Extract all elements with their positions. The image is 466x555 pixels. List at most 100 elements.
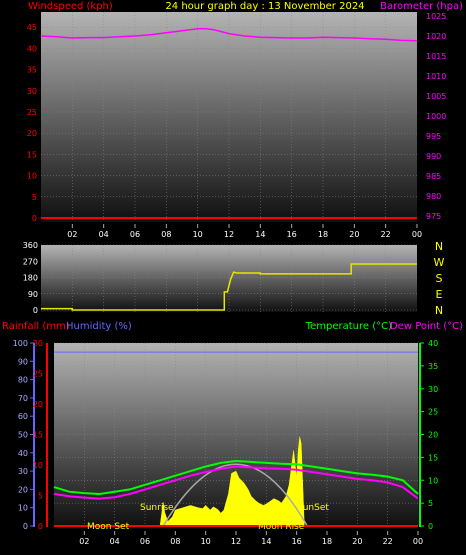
temperature-tick-label: 30 [428,385,438,394]
x-tick-label: 18 [322,537,332,546]
humidity-tick-label: 10 [18,504,28,513]
wind-baro-time-axis: 02 04 06 08 10 12 14 16 18 20 22 00 [67,224,422,239]
rainfall-tick-label: 0 [38,522,43,531]
x-tick-label: 06 [140,537,150,546]
humidity-tick-label: 80 [18,376,28,385]
temperature-tick-label: 5 [428,499,433,508]
barometer-tick-label: 1010 [426,72,446,81]
x-tick-label: 10 [193,230,203,239]
rainfall-tick-label: 25 [33,370,43,379]
sunset-label: SunSet [297,503,329,513]
temperature-tick-labels: 0 5 10 15 20 25 30 35 40 [420,339,438,531]
temperature-tick-label: 15 [428,453,438,462]
humidity-tick-label: 90 [18,357,28,366]
barometer-tick-labels: 975 980 985 990 995 1000 1005 1010 1015 1020 1025 [426,12,446,221]
sunrise-label: Sunrise [140,503,174,513]
windspeed-tick-label: 0 [32,214,37,223]
humidity-tick-label: 60 [18,412,28,421]
rainfall-tick-label: 30 [33,339,43,348]
temperature-tick-label: 20 [428,431,438,440]
barometer-tick-label: 975 [426,212,441,221]
humidity-tick-label: 40 [18,449,28,458]
compass-label: W [434,256,445,269]
weather-graph-canvas: Windspeed (kph) 24 hour graph day : 13 N… [2,1,463,546]
barometer-tick-label: 980 [426,192,441,201]
x-tick-label: 08 [161,230,171,239]
x-tick-label: 04 [110,537,120,546]
temperature-tick-label: 10 [428,476,438,485]
windspeed-axis-title: Windspeed (kph) [28,1,113,12]
windspeed-tick-label: 10 [27,172,37,181]
wind-direction-tick-label: 0 [33,306,38,315]
humidity-tick-label: 20 [18,485,28,494]
rainfall-tick-label: 15 [33,431,43,440]
temperature-axis-title: Temperature (°C) [305,321,392,332]
x-tick-label: 10 [201,537,211,546]
windspeed-tick-label: 30 [27,87,37,96]
windspeed-tick-label: 5 [32,193,37,202]
barometer-tick-label: 985 [426,172,441,181]
barometer-tick-label: 1020 [426,32,446,41]
x-tick-label: 00 [413,537,423,546]
x-tick-label: 08 [170,537,180,546]
x-tick-label: 16 [287,230,297,239]
x-tick-label: 06 [130,230,140,239]
barometer-tick-label: 1025 [426,12,446,21]
barometer-tick-label: 1005 [426,92,446,101]
x-tick-label: 20 [349,230,359,239]
humidity-tick-label: 70 [18,394,28,403]
humidity-tick-label: 30 [18,467,28,476]
x-tick-label: 14 [255,230,265,239]
temp-humidity-time-axis: 02 04 06 08 10 12 14 16 18 20 22 00 [79,531,423,546]
windspeed-tick-label: 15 [27,150,37,159]
x-tick-label: 18 [318,230,328,239]
barometer-tick-label: 1015 [426,52,446,61]
windspeed-tick-label: 40 [27,44,37,53]
rainfall-axis-title: Rainfall (mm) [2,321,70,332]
windspeed-tick-label: 35 [27,66,37,75]
barometer-axis-title: Barometer (hpa) [380,1,463,12]
x-tick-label: 00 [412,230,422,239]
wind-direction-tick-label: 270 [23,257,38,266]
moon-set-label: Moon Set [87,522,130,532]
x-tick-label: 02 [67,230,77,239]
barometer-tick-label: 995 [426,132,441,141]
humidity-tick-label: 50 [18,431,28,440]
humidity-tick-label: 100 [13,339,28,348]
barometer-tick-label: 990 [426,152,441,161]
compass-labels: N W S E N [434,240,445,317]
humidity-axis-title: Humidity (%) [66,321,132,332]
wind-direction-tick-label: 180 [23,274,38,283]
compass-label: E [436,288,443,301]
x-tick-label: 14 [261,537,271,546]
temperature-tick-label: 25 [428,408,438,417]
windspeed-tick-label: 25 [27,108,37,117]
rainfall-tick-label: 5 [38,492,43,501]
rainfall-tick-label: 20 [33,400,43,409]
wind-direction-tick-label: 360 [23,241,38,250]
windspeed-tick-labels: 0 5 10 15 20 25 30 35 40 45 [27,23,37,223]
humidity-tick-label: 0 [23,522,28,531]
x-tick-label: 20 [352,537,362,546]
humidity-tick-labels: 0 10 20 30 40 50 60 70 80 90 100 [13,339,34,531]
rainfall-tick-label: 10 [33,461,43,470]
x-tick-label: 04 [99,230,109,239]
x-tick-label: 16 [292,537,302,546]
compass-label: S [436,272,443,285]
dewpoint-axis-title: Dew Point (°C) [390,321,463,332]
x-tick-label: 12 [224,230,234,239]
compass-label: N [435,240,443,253]
compass-label: N [435,304,443,317]
x-tick-label: 12 [231,537,241,546]
barometer-tick-label: 1000 [426,112,446,121]
temperature-tick-label: 0 [428,522,433,531]
windspeed-tick-label: 20 [27,129,37,138]
temperature-tick-label: 35 [428,362,438,371]
x-tick-label: 22 [383,537,393,546]
x-tick-label: 22 [381,230,391,239]
wind-direction-degree-labels: 0 90 180 270 360 [23,241,38,315]
moon-rise-label: Moon Rise [258,522,305,532]
temperature-tick-label: 40 [428,339,438,348]
graph-title: 24 hour graph day : 13 November 2024 [165,1,364,12]
windspeed-tick-label: 45 [27,23,37,32]
